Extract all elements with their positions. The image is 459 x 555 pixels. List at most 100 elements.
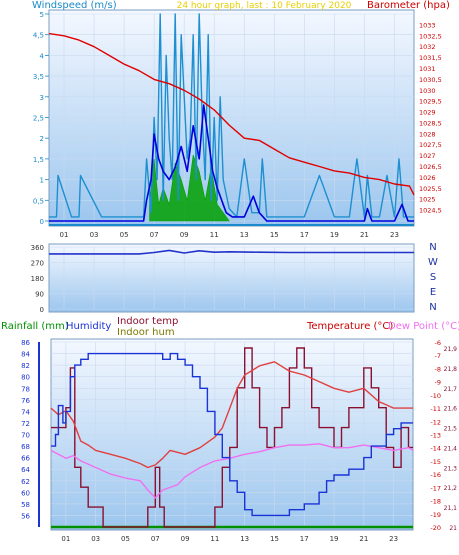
temperature-tick-label: -19 — [430, 511, 441, 519]
windspeed-tick-label: 5 — [40, 11, 44, 19]
indoor-temp-tick-label: 21,7 — [444, 386, 458, 393]
temp-x-tick-label: 21 — [359, 535, 368, 543]
wind-x-tick-label: 17 — [300, 231, 309, 239]
windspeed-tick-label: 1 — [40, 177, 44, 185]
indoor-temp-tick-label: 21,2 — [444, 485, 458, 492]
direction-tick-label: 90 — [35, 291, 44, 299]
temperature-tick-label: -20 — [430, 524, 441, 532]
wind-barometer-chart: 00,511,522,533,544,55 1024,510251025,510… — [32, 0, 450, 239]
barometer-tick-label: 1029 — [419, 109, 436, 117]
wind-direction-chart: 0 90 180 270 360 NWSEN — [31, 242, 438, 314]
temp-chart-x-ticks: 01 03 05 07 09 11 13 15 17 19 21 23 — [61, 535, 398, 543]
windspeed-tick-label: 4,5 — [33, 32, 44, 40]
humidity-tick-label: 86 — [21, 339, 30, 347]
compass-letter: E — [430, 287, 436, 298]
temp-x-tick-label: 13 — [240, 535, 249, 543]
temperature-tick-label: -16 — [430, 471, 441, 479]
indoor-temp-tick-label: 21,5 — [444, 426, 458, 433]
humidity-tick-label: 66 — [21, 455, 30, 463]
temp-x-tick-label: 01 — [61, 535, 70, 543]
wind-x-tick-label: 19 — [330, 231, 339, 239]
wind-x-tick-label: 09 — [180, 231, 189, 239]
legend-dewpoint: Dew Point (°C) — [388, 321, 459, 332]
wind-chart-plot-area — [48, 9, 415, 227]
indoor-temp-tick-label: 21,8 — [444, 366, 458, 373]
humidity-axis-ticks: 56 58 60 62 64 66 68 70 72 74 76 78 80 82 84 86 — [21, 339, 40, 527]
barometer-tick-label: 1032,5 — [419, 32, 442, 40]
humidity-tick-label: 64 — [21, 466, 30, 474]
temperature-tick-label: -14 — [430, 445, 441, 453]
indoor-temp-tick-label: 21,9 — [444, 346, 458, 353]
wind-x-tick-label: 15 — [270, 231, 279, 239]
barometer-tick-label: 1029,5 — [419, 98, 442, 106]
humidity-tick-label: 80 — [21, 374, 30, 382]
windspeed-tick-label: 3 — [40, 94, 44, 102]
humidity-tick-label: 74 — [21, 408, 30, 416]
temperature-tick-label: -13 — [430, 432, 441, 440]
weather-graph-canvas: 00,511,522,533,544,55 1024,510251025,510… — [1, 0, 459, 543]
temperature-tick-label: -6 — [435, 339, 441, 347]
windspeed-tick-label: 0,5 — [33, 197, 44, 205]
legend-temperature: Temperature (°C) — [306, 321, 393, 332]
temperature-tick-label: -17 — [430, 484, 441, 492]
windspeed-tick-label: 2,5 — [33, 115, 44, 123]
direction-tick-label: 360 — [31, 244, 44, 252]
temp-x-tick-label: 15 — [270, 535, 279, 543]
humidity-tick-label: 60 — [21, 489, 30, 497]
barometer-tick-label: 1030,5 — [419, 76, 442, 84]
wind-x-tick-label: 11 — [210, 231, 219, 239]
barometer-tick-label: 1033 — [419, 21, 436, 29]
temp-x-tick-label: 23 — [389, 535, 398, 543]
barometer-axis-label: Barometer (hpa) — [367, 0, 450, 11]
direction-tick-label: 0 — [40, 306, 44, 314]
windspeed-tick-label: 0 — [40, 218, 44, 226]
temperature-axis-ticks: -20 -19 -18 -17 -16 -15 -14 -13 -12 -11 -10 -9 -8 -7 -… — [430, 339, 441, 532]
humidity-tick-label: 76 — [21, 397, 30, 405]
barometer-tick-label: 1025,5 — [419, 185, 442, 193]
wind-chart-x-ticks: 01 03 05 07 09 11 13 15 17 19 21 23 — [60, 231, 399, 239]
wind-x-tick-label: 05 — [120, 231, 129, 239]
humidity-tick-label: 58 — [21, 501, 30, 509]
humidity-tick-label: 72 — [21, 420, 30, 428]
humidity-tick-label: 70 — [21, 432, 30, 440]
legend-humidity: Humidity — [66, 321, 111, 332]
direction-tick-label: 270 — [31, 260, 44, 268]
wind-x-tick-label: 03 — [90, 231, 99, 239]
temperature-tick-label: -8 — [435, 365, 441, 373]
barometer-tick-label: 1030 — [419, 87, 436, 95]
temperature-tick-label: -9 — [435, 379, 441, 387]
temperature-tick-label: -7 — [435, 352, 441, 360]
wind-x-tick-label: 13 — [240, 231, 249, 239]
barometer-tick-label: 1028,5 — [419, 119, 442, 127]
compass-letter: N — [429, 302, 436, 313]
barometer-tick-label: 1026 — [419, 174, 436, 182]
direction-tick-label: 180 — [31, 275, 44, 283]
temp-x-tick-label: 17 — [300, 535, 309, 543]
compass-letter: S — [430, 272, 436, 283]
wind-x-tick-label: 21 — [360, 231, 369, 239]
humidity-tick-label: 82 — [21, 362, 30, 370]
temp-x-tick-label: 19 — [330, 535, 339, 543]
barometer-tick-label: 1031,5 — [419, 54, 442, 62]
barometer-tick-label: 1027 — [419, 152, 436, 160]
barometer-tick-label: 1032 — [419, 43, 436, 51]
compass-labels: NWSEN — [428, 242, 438, 313]
windspeed-tick-label: 4 — [40, 52, 45, 60]
compass-letter: N — [429, 242, 436, 253]
indoor-temp-tick-label: 21,4 — [444, 445, 458, 452]
windspeed-tick-label: 2 — [40, 135, 44, 143]
indoor-temp-tick-label: 21 — [449, 525, 457, 532]
indoor-temp-tick-label: 21,6 — [444, 406, 458, 413]
temperature-tick-label: -18 — [430, 498, 441, 506]
windspeed-axis-ticks: 0 0,5 1 1,5 2 2,5 3 3,5 4 4,5 5 — [33, 11, 49, 226]
temp-x-tick-label: 07 — [151, 535, 160, 543]
barometer-tick-label: 1026,5 — [419, 163, 442, 171]
wind-x-tick-label: 23 — [390, 231, 399, 239]
legend-indoor-temp: Indoor temp — [117, 316, 178, 327]
legend-indoor-hum: Indoor hum — [117, 327, 175, 338]
barometer-axis-ticks: 1024,5 1025 1025,5 1026 1026,5 1027 1027,5 1028… — [419, 21, 442, 214]
indoor-temp-tick-label: 21,1 — [444, 505, 458, 512]
humidity-tick-label: 78 — [21, 385, 30, 393]
humidity-tick-label: 62 — [21, 478, 30, 486]
temp-x-tick-label: 09 — [181, 535, 190, 543]
